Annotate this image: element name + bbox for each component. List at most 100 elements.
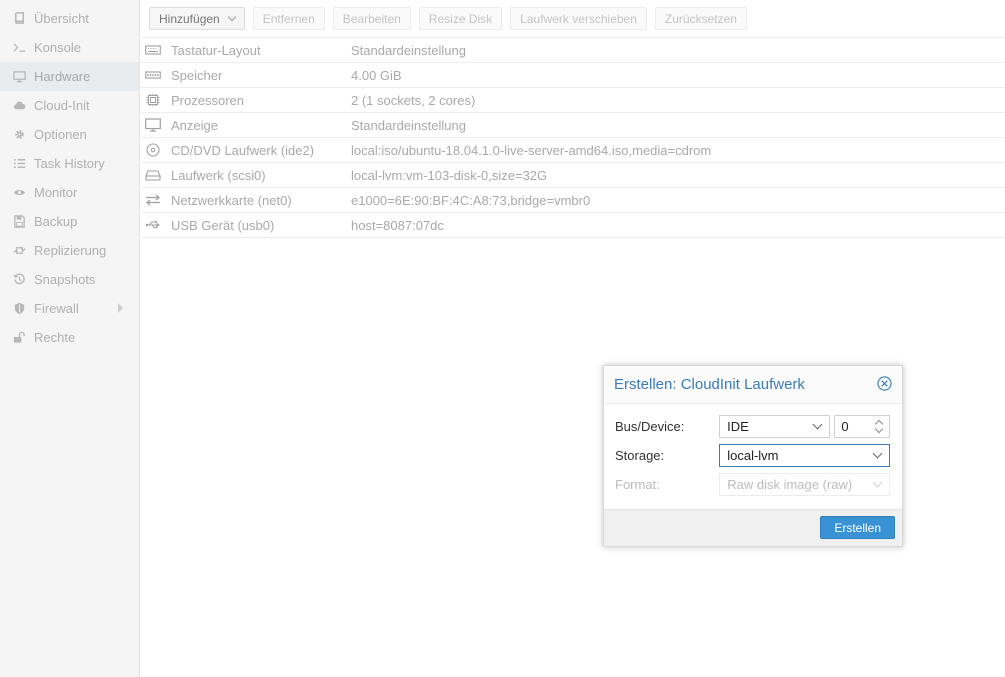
storage-row: Storage: local-lvm [615,443,890,468]
format-label: Format: [615,477,660,492]
hardware-value: local:iso/ubuntu-18.04.1.0-live-server-a… [351,142,712,158]
exchange-icon [144,193,162,207]
format-select-value: Raw disk image (raw) [727,477,853,492]
bus-select-value: IDE [727,419,749,434]
chevron-down-icon[interactable] [874,424,884,434]
edit-button[interactable]: Bearbeiten [332,7,411,30]
sidebar-item-label: Monitor [34,185,78,200]
sidebar-item-optionen[interactable]: Optionen [0,120,139,149]
chevron-down-icon [227,12,236,22]
memory-icon [144,68,162,82]
sidebar-item-label: Hardware [34,69,91,84]
hardware-name: CD/DVD Laufwerk (ide2) [171,142,315,158]
sidebar-item-cloud-init[interactable]: Cloud-Init [0,91,139,120]
hardware-name: Speicher [171,67,223,83]
device-number-value: 0 [841,419,849,434]
terminal-icon [12,41,26,55]
add-button[interactable]: Hinzufügen [149,7,245,30]
sidebar-item-monitor[interactable]: Monitor [0,178,139,207]
hdd-icon [144,168,162,182]
sidebar: Übersicht Konsole Hardware Cloud-Init Op… [0,0,140,677]
monitor-icon [144,118,162,132]
shield-icon [12,302,26,316]
dialog-body: Bus/Device: IDE 0 Storage: local-lvm For… [604,404,902,497]
gear-icon [12,128,26,142]
sidebar-item-label: Backup [34,214,78,229]
sidebar-item-uebersicht[interactable]: Übersicht [0,4,139,33]
cloud-icon [12,99,26,113]
sidebar-item-backup[interactable]: Backup [0,207,139,236]
format-select[interactable]: Raw disk image (raw) [719,473,890,496]
hardware-name: USB Gerät (usb0) [171,217,275,233]
chevron-down-icon [872,448,883,459]
chevron-down-icon [812,419,823,430]
sidebar-item-konsole[interactable]: Konsole [0,33,139,62]
hardware-name: Laufwerk (scsi0) [171,167,266,183]
device-number-stepper[interactable]: 0 [834,415,890,438]
hardware-table: Tastatur-Layout Standardeinstellung Spei… [141,37,1005,238]
bus-device-label: Bus/Device: [615,419,685,434]
chevron-right-icon[interactable] [118,303,123,313]
cdrom-icon [144,143,162,157]
sidebar-item-snapshots[interactable]: Snapshots [0,265,139,294]
dialog-footer: Erstellen [604,509,902,546]
sidebar-item-label: Snapshots [34,272,96,287]
list-icon [12,157,26,171]
dialog-title: Erstellen: CloudInit Laufwerk [614,376,805,393]
table-row[interactable]: Anzeige Standardeinstellung [141,113,1005,138]
table-row[interactable]: CD/DVD Laufwerk (ide2) local:iso/ubuntu-… [141,138,1005,163]
move-disk-button[interactable]: Laufwerk verschieben [510,7,647,30]
create-button[interactable]: Erstellen [820,516,895,539]
hardware-value: Standardeinstellung [351,117,466,133]
keyboard-icon [144,43,162,57]
sidebar-item-label: Optionen [34,127,87,142]
hardware-value: Standardeinstellung [351,42,466,58]
table-row[interactable]: Speicher 4.00 GiB [141,63,1005,88]
sidebar-item-task-history[interactable]: Task History [0,149,139,178]
hardware-value: local-lvm:vm-103-disk-0,size=32G [351,167,548,183]
hardware-name: Prozessoren [171,92,244,108]
retweet-icon [12,244,26,258]
remove-button[interactable]: Entfernen [252,7,325,30]
eye-icon [12,186,26,200]
cpu-icon [144,93,162,107]
close-icon[interactable] [877,376,892,391]
table-row[interactable]: Tastatur-Layout Standardeinstellung [141,38,1005,63]
storage-label: Storage: [615,448,665,463]
sidebar-item-label: Übersicht [34,11,89,26]
sidebar-item-firewall[interactable]: Firewall [0,294,139,323]
history-icon [12,273,26,287]
sidebar-item-rechte[interactable]: Rechte [0,323,139,352]
main-panel: Hinzufügen Entfernen Bearbeiten Resize D… [141,0,1005,677]
hardware-value: e1000=6E:90:BF:4C:A8:73,bridge=vmbr0 [351,192,591,208]
sidebar-item-label: Rechte [34,330,76,345]
sidebar-item-label: Replizierung [34,243,107,258]
storage-select[interactable]: local-lvm [719,444,890,467]
sidebar-item-hardware[interactable]: Hardware [0,62,139,91]
hardware-value: host=8087:07dc [351,217,444,233]
storage-select-value: local-lvm [727,448,779,463]
resize-disk-button[interactable]: Resize Disk [418,7,503,30]
unlock-icon [12,331,26,345]
hardware-name: Anzeige [171,117,218,133]
book-icon [12,12,26,26]
floppy-icon [12,215,26,229]
desktop-icon [12,70,26,84]
hardware-value: 2 (1 sockets, 2 cores) [351,92,476,108]
table-row[interactable]: Netzwerkkarte (net0) e1000=6E:90:BF:4C:A… [141,188,1005,213]
table-row[interactable]: Prozessoren 2 (1 sockets, 2 cores) [141,88,1005,113]
table-row[interactable]: USB Gerät (usb0) host=8087:07dc [141,213,1005,238]
sidebar-item-replizierung[interactable]: Replizierung [0,236,139,265]
bus-select[interactable]: IDE [719,415,831,438]
dialog-header: Erstellen: CloudInit Laufwerk [604,366,902,404]
sidebar-item-label: Cloud-Init [34,98,90,113]
usb-icon [144,218,162,232]
table-row[interactable]: Laufwerk (scsi0) local-lvm:vm-103-disk-0… [141,163,1005,188]
sidebar-item-label: Konsole [34,40,81,55]
create-cloudinit-dialog: Erstellen: CloudInit Laufwerk Bus/Device… [603,365,903,547]
chevron-down-icon [872,477,883,488]
bus-device-row: Bus/Device: IDE 0 [615,414,890,439]
hardware-name: Netzwerkkarte (net0) [171,192,292,208]
toolbar: Hinzufügen Entfernen Bearbeiten Resize D… [141,0,1005,37]
revert-button[interactable]: Zurücksetzen [654,7,747,30]
